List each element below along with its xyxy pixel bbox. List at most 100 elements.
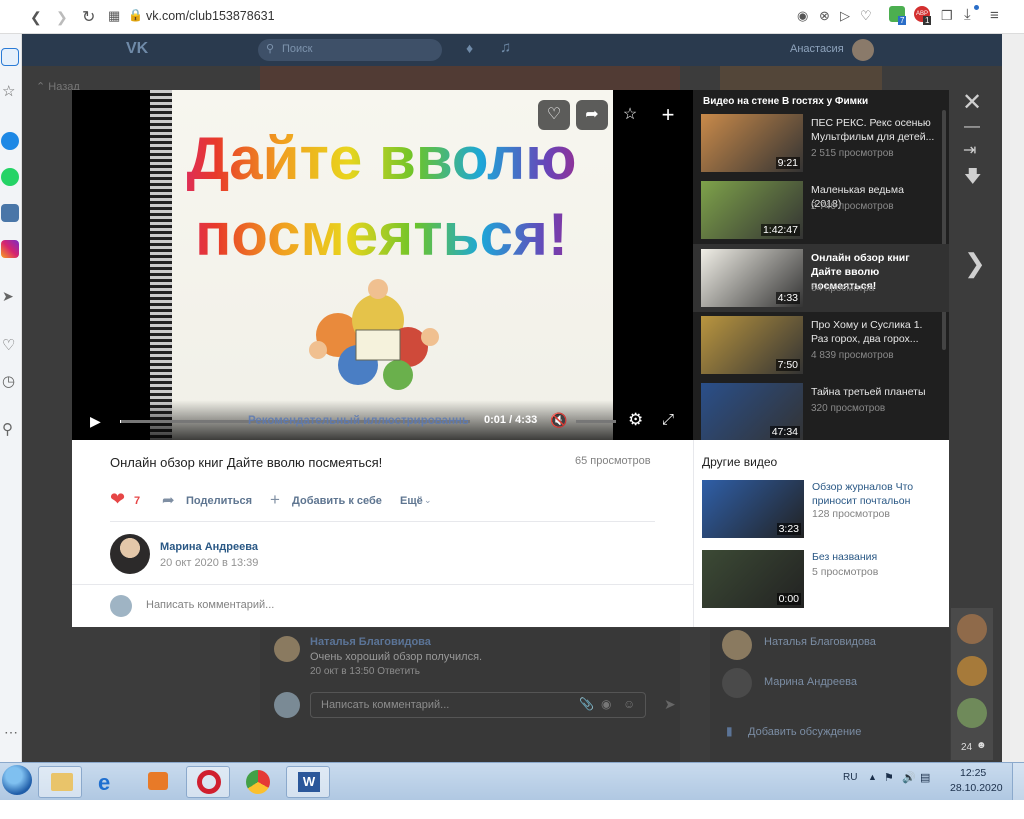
side-avatar-1: [722, 630, 752, 660]
messenger-icon[interactable]: [1, 132, 19, 150]
video-frame: Дайте вволю посмеяться!: [150, 90, 613, 440]
vk-logo[interactable]: VK: [126, 40, 148, 58]
emoji-icon[interactable]: ☺: [623, 697, 635, 711]
minimize-icon[interactable]: —: [964, 118, 980, 136]
comment-input[interactable]: Написать комментарий...: [146, 599, 274, 611]
camera-icon[interactable]: ◉: [797, 8, 808, 24]
friend-avatar-3[interactable]: [957, 698, 987, 728]
music-icon[interactable]: ♫: [500, 39, 511, 56]
author-avatar[interactable]: [110, 534, 150, 574]
time-display: 0:01 / 4:33: [484, 414, 538, 426]
other-video-item[interactable]: 3:23 Обзор журналов Что приносит почталь…: [702, 480, 942, 540]
menu-icon[interactable]: ≡: [990, 7, 999, 24]
playlist-item-active[interactable]: 4:33 Онлайн обзор книг Дайте вволю посме…: [693, 244, 949, 312]
download-icon[interactable]: ⤓: [964, 6, 971, 23]
start-button[interactable]: [2, 765, 32, 795]
bell-icon[interactable]: ♦: [466, 40, 473, 56]
favorite-video-button[interactable]: ☆: [614, 100, 646, 130]
flag-icon[interactable]: ⚑: [884, 771, 894, 784]
user-avatar[interactable]: [852, 39, 874, 61]
forward-icon[interactable]: ❯: [56, 9, 68, 26]
friend-avatar-2[interactable]: [957, 656, 987, 686]
settings-icon[interactable]: ⚙: [628, 410, 643, 430]
browser-toolbar: ❮ ❯ ↻ ▦ 🔒 vk.com/club153878631 ◉ ⊗ ▷ ♡ 7…: [0, 0, 1024, 34]
volume-muted-icon[interactable]: 🔇: [550, 412, 567, 429]
play-icon[interactable]: ▶: [90, 413, 101, 430]
like-video-button[interactable]: ♡: [538, 100, 570, 130]
playlist-views: 2 515 просмотров: [811, 148, 894, 159]
heart-sidebar-icon[interactable]: ♡: [2, 336, 15, 354]
home-icon[interactable]: [1, 48, 19, 66]
plus-icon: +: [661, 102, 675, 127]
network-icon[interactable]: ▤: [920, 771, 930, 784]
taskbar-word[interactable]: W: [286, 766, 330, 798]
back-icon[interactable]: ❮: [30, 9, 42, 26]
star-icon[interactable]: ☆: [2, 82, 15, 100]
send-comment-icon[interactable]: ➤: [664, 696, 676, 713]
send-icon[interactable]: ▷: [840, 8, 850, 24]
background-comment-input[interactable]: Написать комментарий... 📎 ◉ ☺: [310, 692, 646, 718]
add-to-me-button[interactable]: + Добавить к себе: [270, 490, 390, 512]
comment-author[interactable]: Наталья Благовидова: [310, 636, 431, 648]
taskbar-opera[interactable]: [186, 766, 230, 798]
author-name[interactable]: Марина Андреева: [160, 541, 258, 553]
taskbar-ie[interactable]: e: [88, 766, 132, 798]
playlist-item[interactable]: 7:50 Про Хому и Суслика 1. Раз горох, дв…: [693, 316, 949, 384]
send-sidebar-icon[interactable]: ➤: [2, 288, 14, 305]
word-icon: W: [298, 772, 320, 792]
search-input[interactable]: ⚲ Поиск: [258, 39, 442, 61]
whatsapp-icon[interactable]: [1, 168, 19, 186]
playlist-item[interactable]: 47:34 Тайна третьей планеты 320 просмотр…: [693, 383, 949, 440]
volume-icon[interactable]: 🔊: [902, 771, 916, 784]
comment-meta[interactable]: 20 окт в 13:50 Ответить: [310, 666, 420, 677]
more-icon[interactable]: ⋯: [4, 724, 18, 741]
instagram-icon[interactable]: [1, 240, 19, 258]
share-video-button[interactable]: ➦: [576, 100, 608, 130]
vk-icon[interactable]: [1, 204, 19, 222]
playlist-item[interactable]: 9:21 ПЕС РЕКС. Рекс осенью Мультфильм дл…: [693, 114, 949, 182]
attach-icon[interactable]: 📎: [579, 697, 594, 711]
playlist-views: 2 740 просмотров: [811, 201, 894, 212]
history-icon[interactable]: ◷: [2, 372, 15, 390]
taskbar-explorer[interactable]: [38, 766, 82, 798]
friend-avatar-1[interactable]: [957, 614, 987, 644]
download-video-icon[interactable]: 🡇: [964, 164, 981, 193]
playlist-views: 4 839 просмотров: [811, 350, 894, 361]
tabs-grid-icon[interactable]: ▦: [108, 8, 120, 24]
playlist-item[interactable]: 1:42:47 Маленькая ведьма (2018) 2 740 пр…: [693, 181, 949, 249]
heart-icon[interactable]: ♡: [860, 8, 872, 24]
video-info: Онлайн обзор книг Дайте вволю посмеяться…: [72, 440, 693, 627]
user-name[interactable]: Анастасия: [790, 43, 844, 55]
add-discussion[interactable]: Добавить обсуждение: [748, 726, 861, 738]
clock-date[interactable]: 28.10.2020: [950, 782, 1003, 794]
share-button[interactable]: ➦ Поделиться: [162, 492, 262, 512]
playlist-views: 320 просмотров: [811, 403, 886, 414]
plus-small-icon: +: [270, 490, 280, 509]
taskbar-media[interactable]: [136, 766, 180, 798]
language-indicator[interactable]: RU: [843, 772, 857, 783]
more-button[interactable]: Ещё ⌄: [400, 492, 440, 512]
close-icon[interactable]: ✕: [962, 88, 982, 117]
next-video-icon[interactable]: ❯: [964, 248, 986, 279]
reload-icon[interactable]: ↻: [82, 7, 95, 27]
cube-icon[interactable]: ❒: [941, 8, 953, 24]
comment-text: Очень хороший обзор получился.: [310, 651, 483, 663]
online-count: 24: [961, 742, 973, 753]
volume-slider[interactable]: [576, 420, 616, 423]
other-video-item[interactable]: 0:00 Без названия 5 просмотров: [702, 550, 942, 610]
address-bar[interactable]: vk.com/club153878631: [146, 9, 275, 23]
add-video-button[interactable]: +: [652, 100, 684, 130]
video-player[interactable]: Дайте вволю посмеяться! ♡ ➦ ☆ +: [72, 90, 693, 440]
show-desktop-button[interactable]: [1012, 763, 1024, 801]
fullscreen-icon[interactable]: ⤢: [662, 411, 674, 428]
tray-expand-icon[interactable]: ▲: [868, 772, 877, 782]
side-name-1[interactable]: Наталья Благовидова: [764, 636, 876, 648]
block-icon[interactable]: ⊗: [819, 8, 830, 24]
taskbar-chrome[interactable]: [236, 766, 280, 798]
side-name-2[interactable]: Марина Андреева: [764, 676, 857, 688]
download-dot: [974, 5, 979, 10]
camera-attach-icon[interactable]: ◉: [601, 697, 611, 711]
bulb-icon[interactable]: ⚲: [2, 420, 13, 438]
clock-time[interactable]: 12:25: [960, 767, 986, 779]
dock-icon[interactable]: ⇥: [963, 140, 976, 160]
